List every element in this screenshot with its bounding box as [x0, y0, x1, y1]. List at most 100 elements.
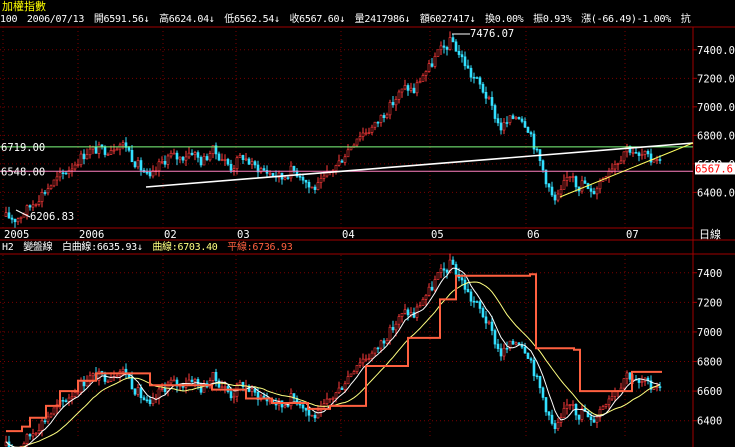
lower-candle-body — [349, 373, 353, 377]
upper-candle-body — [574, 176, 578, 188]
upper-candle-body — [313, 186, 317, 190]
lower-candle-body — [364, 358, 368, 361]
upper-candle-body — [583, 180, 587, 184]
lower-candle-body — [625, 372, 629, 379]
upper-candle-body — [433, 55, 437, 67]
upper-candle-body — [46, 188, 50, 194]
x-tick-label: 06 — [527, 229, 540, 241]
upper-candle-body — [241, 155, 245, 160]
lower-candle-body — [499, 348, 503, 357]
upper-candle-body — [412, 87, 416, 94]
upper-candle-body — [613, 164, 617, 170]
upper-candle-body — [496, 118, 500, 124]
upper-candle-body — [568, 176, 572, 178]
upper-candle-body — [28, 205, 32, 208]
lower-candle-body — [469, 291, 473, 302]
x-tick-label: 03 — [237, 229, 250, 241]
upper-candle-body — [640, 154, 644, 156]
upper-candle-body — [421, 75, 425, 82]
upper-candle-body — [109, 150, 113, 155]
upper-candle-body — [244, 158, 248, 161]
upper-candle-body — [157, 161, 161, 171]
lower-candle-body — [151, 397, 155, 405]
upper-candle-body — [505, 122, 509, 124]
upper-candle-body — [334, 165, 338, 171]
x-tick-label: 04 — [342, 229, 355, 241]
upper-candle-body — [271, 172, 275, 177]
upper-candle-body — [187, 152, 191, 158]
upper-candle-body — [322, 175, 326, 179]
upper-candle-body — [115, 148, 119, 151]
lower-candle-body — [31, 433, 35, 437]
upper-candle-body — [619, 160, 623, 164]
lower-candle-body — [346, 376, 350, 385]
upper-candle-body — [523, 121, 527, 128]
upper-candle-body — [508, 115, 512, 123]
lower-candle-body — [313, 414, 317, 419]
lower-candle-body — [358, 362, 362, 366]
lower-candle-body — [70, 396, 74, 399]
upper-candle-body — [136, 160, 140, 168]
upper-candle-body — [598, 181, 602, 190]
lower-candle-body — [76, 391, 80, 394]
upper-candle-body — [526, 126, 530, 133]
lower-candle-body — [190, 379, 194, 382]
upper-candle-body — [448, 37, 452, 50]
upper-candle-body — [451, 37, 455, 43]
upper-candle-body — [70, 168, 74, 171]
lower-candle-body — [547, 411, 551, 416]
upper-candle-body — [220, 159, 224, 162]
lower-candle-body — [622, 378, 626, 389]
upper-candle-body — [130, 150, 134, 163]
upper-candle-body — [184, 156, 188, 161]
upper-candle-body — [304, 179, 308, 183]
upper-candle-body — [457, 51, 461, 55]
upper-candle-body — [490, 97, 494, 106]
lower-candle-body — [658, 386, 662, 388]
lower-candle-body — [466, 289, 470, 293]
lower-candle-body — [337, 387, 341, 394]
upper-y-tick-label: 7400.00 — [697, 45, 735, 57]
upper-candle-body — [454, 41, 458, 52]
upper-candle-body — [97, 144, 101, 154]
upper-candle-body — [58, 172, 62, 178]
lower-candle-body — [328, 398, 332, 401]
lower-candle-body — [370, 352, 374, 359]
lower-candle-body — [283, 405, 287, 408]
upper-candle-body — [85, 154, 89, 160]
upper-candle-body — [562, 180, 566, 190]
lower-candle-body — [589, 416, 593, 420]
upper-candle-body — [178, 156, 182, 160]
x-tick-label: 2006 — [79, 229, 104, 241]
upper-candle-body — [424, 71, 428, 76]
upper-candle-body — [373, 121, 377, 128]
lower-candle-body — [379, 340, 383, 349]
upper-candle-body — [499, 122, 503, 131]
lower-candle-body — [121, 368, 125, 372]
last-price-tag: 6567.6 — [695, 163, 733, 175]
lower-candle-body — [334, 392, 338, 399]
upper-candle-body — [298, 176, 302, 178]
lower-candle-body — [556, 422, 560, 430]
upper-candle-body — [166, 155, 170, 165]
upper-candle-body — [196, 152, 200, 158]
lower-candle-body — [136, 387, 140, 395]
upper-candle-body — [376, 121, 380, 124]
lower-candle-body — [61, 399, 65, 402]
lower-candle-body — [538, 376, 542, 389]
chart-canvas[interactable]: 7400.007200.007000.006800.006600.006400.… — [0, 0, 735, 447]
upper-candle-body — [25, 205, 29, 215]
upper-candle-body — [652, 159, 656, 163]
lower-candle-body — [487, 321, 491, 324]
lower-candle-body — [451, 259, 455, 265]
upper-y-tick-label: 7000.00 — [697, 102, 735, 114]
lower-y-tick-label: 7000 — [697, 327, 722, 339]
upper-candle-body — [529, 132, 533, 135]
upper-candle-body — [403, 85, 407, 90]
lower-candle-body — [400, 313, 404, 317]
upper-candle-body — [541, 160, 545, 171]
upper-candle-body — [643, 150, 647, 155]
upper-candle-body — [139, 160, 143, 171]
upper-candle-body — [268, 172, 272, 175]
lower-candle-body — [145, 399, 149, 402]
